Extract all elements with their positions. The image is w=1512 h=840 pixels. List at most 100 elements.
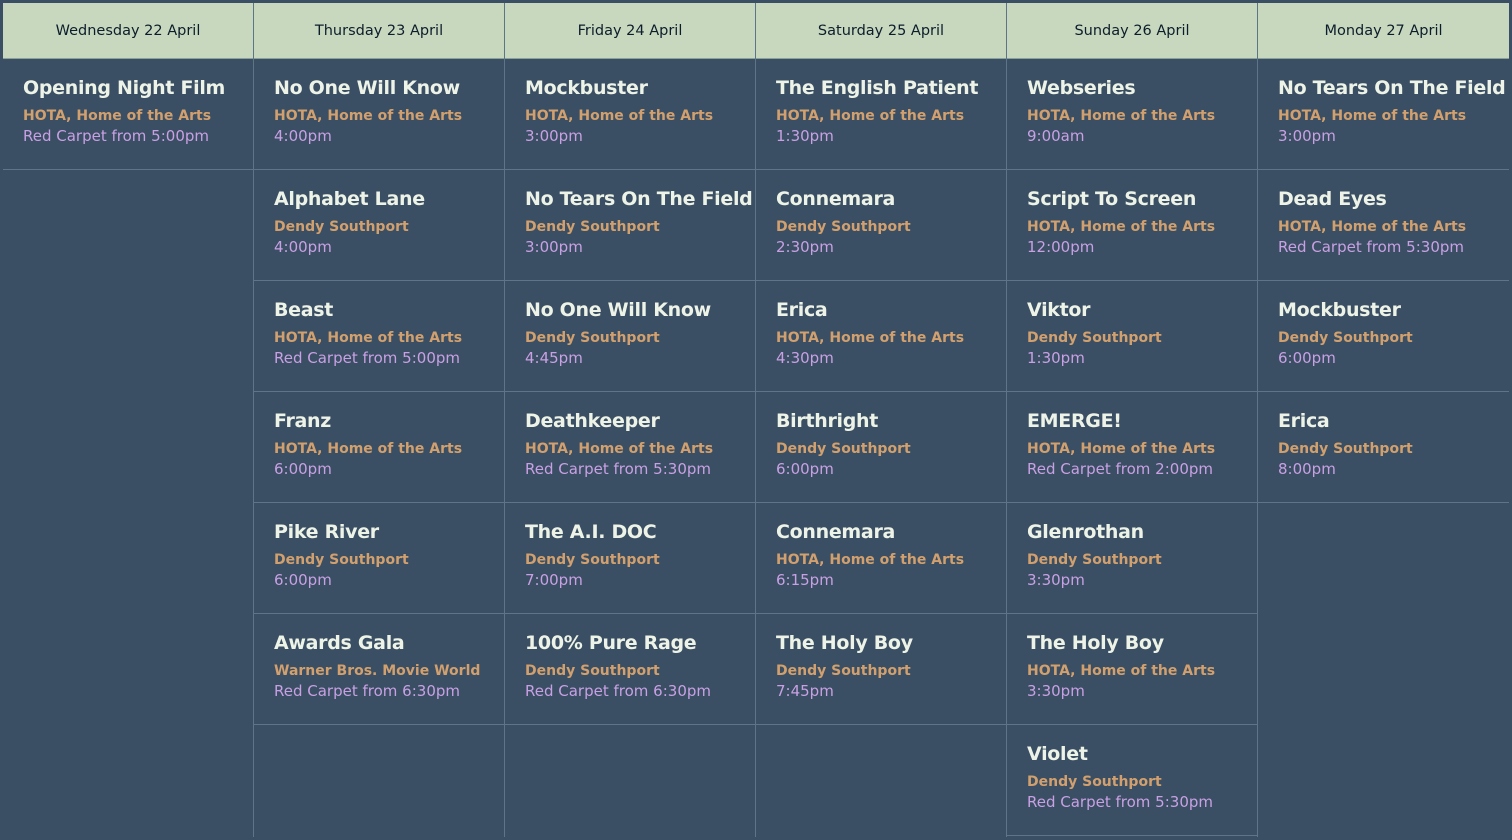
event-card[interactable]: Dead Eyes HOTA, Home of the Arts Red Carpe… (1258, 170, 1509, 281)
event-time: 6:00pm (274, 460, 332, 478)
event-venue: Dendy Southport (776, 219, 911, 235)
event-venue: HOTA, Home of the Arts (776, 552, 965, 568)
event-venue: HOTA, Home of the Arts (1027, 108, 1216, 124)
event-card[interactable]: Beast HOTA, Home of the Arts Red Carpet fr… (254, 281, 504, 392)
event-venue: Dendy Southport (525, 330, 660, 346)
event-title: Birthright (776, 410, 879, 432)
event-card[interactable]: 100% Pure Rage Dendy Southport Red Carpet … (505, 614, 755, 725)
event-time: Red Carpet from 5:30pm (1278, 238, 1464, 256)
day-column: Thursday 23 April No One Will Know HOTA, H… (254, 3, 505, 837)
event-title: The English Patient (776, 77, 979, 99)
event-card[interactable]: The A.I. DOC Dendy Southport 7:00pm (505, 503, 755, 614)
event-time: 4:00pm (274, 127, 332, 145)
event-card[interactable]: Pike River Dendy Southport 6:00pm (254, 503, 504, 614)
event-card[interactable]: Viktor Dendy Southport 1:30pm (1007, 281, 1257, 392)
event-title: Webseries (1027, 77, 1136, 99)
event-card[interactable]: Script To Screen HOTA, Home of the Arts 12… (1007, 170, 1257, 281)
event-time: 3:30pm (1027, 682, 1085, 700)
event-time: 1:30pm (776, 127, 834, 145)
event-card[interactable]: Opening Night Film HOTA, Home of the Arts… (3, 59, 253, 170)
event-card[interactable]: Connemara HOTA, Home of the Arts 6:15pm (756, 503, 1006, 614)
event-time: 6:00pm (1278, 349, 1336, 367)
event-venue: HOTA, Home of the Arts (274, 330, 463, 346)
event-time: 8:00pm (1278, 460, 1336, 478)
event-card[interactable]: Birthright Dendy Southport 6:00pm (756, 392, 1006, 503)
event-time: Red Carpet from 5:30pm (1027, 793, 1213, 811)
event-title: The Holy Boy (1027, 632, 1164, 654)
event-venue: Dendy Southport (1278, 441, 1413, 457)
event-time: 12:00pm (1027, 238, 1095, 256)
empty-slot (505, 725, 755, 837)
event-card[interactable]: No Tears On The Field HOTA, Home of the A… (1258, 59, 1509, 170)
event-venue: Dendy Southport (274, 552, 409, 568)
event-card[interactable]: EMERGE! HOTA, Home of the Arts Red Carpet … (1007, 392, 1257, 503)
event-title: No Tears On The Field (525, 188, 753, 210)
event-card[interactable]: Violet Dendy Southport Red Carpet from 5:3… (1007, 725, 1257, 836)
event-title: Franz (274, 410, 332, 432)
event-card[interactable]: Webseries HOTA, Home of the Arts 9:00am (1007, 59, 1257, 170)
event-card[interactable]: The English Patient HOTA, Home of the Art… (756, 59, 1006, 170)
event-title: Mockbuster (525, 77, 648, 99)
day-column: Saturday 25 April The English Patient HOTA… (756, 3, 1007, 837)
day-header: Thursday 23 April (254, 3, 504, 59)
event-card[interactable]: Deathkeeper HOTA, Home of the Arts Red Car… (505, 392, 755, 503)
event-card[interactable]: No One Will Know Dendy Southport 4:45pm (505, 281, 755, 392)
event-title: No Tears On The Field (1278, 77, 1506, 99)
event-time: 6:00pm (776, 460, 834, 478)
event-time: Red Carpet from 6:30pm (274, 682, 460, 700)
event-title: Opening Night Film (23, 77, 226, 99)
event-venue: HOTA, Home of the Arts (525, 108, 714, 124)
day-header: Friday 24 April (505, 3, 755, 59)
event-title: No One Will Know (525, 299, 711, 321)
event-time: 3:00pm (525, 238, 583, 256)
event-card[interactable]: Glenrothan Dendy Southport 3:30pm (1007, 503, 1257, 614)
event-venue: Dendy Southport (525, 663, 660, 679)
event-venue: HOTA, Home of the Arts (274, 441, 463, 457)
event-time: 3:30pm (1027, 571, 1085, 589)
event-venue: HOTA, Home of the Arts (1278, 219, 1467, 235)
event-card[interactable]: Mockbuster HOTA, Home of the Arts 3:00pm (505, 59, 755, 170)
event-time: 1:30pm (1027, 349, 1085, 367)
event-title: EMERGE! (1027, 410, 1122, 432)
event-card[interactable]: No One Will Know HOTA, Home of the Arts 4:… (254, 59, 504, 170)
event-time: 4:45pm (525, 349, 583, 367)
event-time: 6:15pm (776, 571, 834, 589)
event-title: No One Will Know (274, 77, 460, 99)
event-card[interactable]: Mockbuster Dendy Southport 6:00pm (1258, 281, 1509, 392)
event-venue: HOTA, Home of the Arts (1027, 663, 1216, 679)
event-card[interactable]: The Holy Boy HOTA, Home of the Arts 3:30pm (1007, 614, 1257, 725)
event-venue: Warner Bros. Movie World (274, 663, 481, 679)
day-column: Wednesday 22 April Opening Night Film HOTA… (3, 3, 254, 837)
event-title: Alphabet Lane (274, 188, 425, 210)
event-title: Connemara (776, 188, 896, 210)
day-header: Saturday 25 April (756, 3, 1006, 59)
event-time: Red Carpet from 5:30pm (525, 460, 711, 478)
event-card[interactable]: The Holy Boy Dendy Southport 7:45pm (756, 614, 1006, 725)
event-time: 2:30pm (776, 238, 834, 256)
event-title: Mockbuster (1278, 299, 1401, 321)
event-venue: HOTA, Home of the Arts (776, 330, 965, 346)
event-card[interactable]: Erica Dendy Southport 8:00pm (1258, 392, 1509, 503)
event-time: Red Carpet from 5:00pm (23, 127, 209, 145)
event-venue: Dendy Southport (1027, 330, 1162, 346)
empty-slot (1007, 836, 1257, 837)
event-card[interactable]: Awards Gala Warner Bros. Movie World Red C… (254, 614, 504, 725)
event-card[interactable]: Franz HOTA, Home of the Arts 6:00pm (254, 392, 504, 503)
day-column: Friday 24 April Mockbuster HOTA, Home of t… (505, 3, 756, 837)
festival-schedule-grid: Wednesday 22 April Opening Night Film HOTA… (3, 3, 1509, 837)
event-card[interactable]: Erica HOTA, Home of the Arts 4:30pm (756, 281, 1006, 392)
event-venue: Dendy Southport (274, 219, 409, 235)
event-card[interactable]: No Tears On The Field Dendy Southport 3:00… (505, 170, 755, 281)
day-column: Sunday 26 April Webseries HOTA, Home of th… (1007, 3, 1258, 837)
event-card[interactable]: Connemara Dendy Southport 2:30pm (756, 170, 1006, 281)
event-title: Pike River (274, 521, 379, 543)
event-title: Violet (1027, 743, 1088, 765)
day-header: Sunday 26 April (1007, 3, 1257, 59)
event-venue: HOTA, Home of the Arts (23, 108, 212, 124)
event-venue: HOTA, Home of the Arts (525, 441, 714, 457)
event-time: 4:00pm (274, 238, 332, 256)
event-title: 100% Pure Rage (525, 632, 697, 654)
event-time: 9:00am (1027, 127, 1085, 145)
event-venue: Dendy Southport (776, 441, 911, 457)
event-card[interactable]: Alphabet Lane Dendy Southport 4:00pm (254, 170, 504, 281)
